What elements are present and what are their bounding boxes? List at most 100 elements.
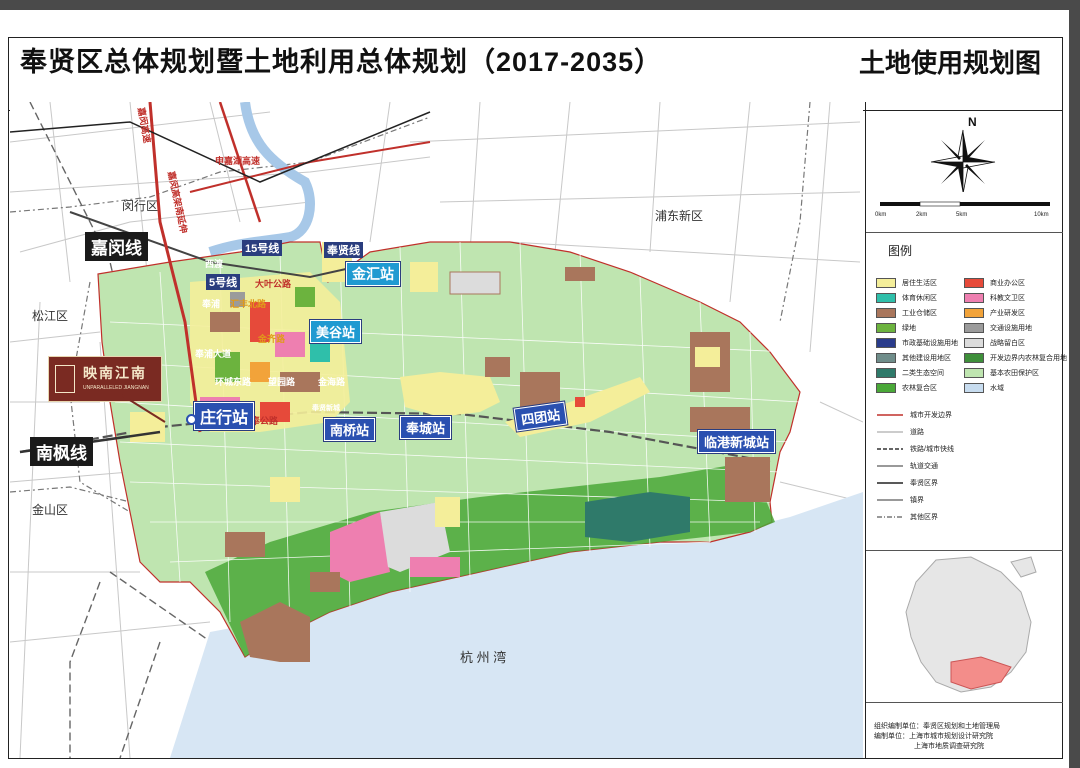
line-tag-nanfeng: 南枫线 [30, 437, 93, 466]
legend-label: 绿地 [902, 325, 916, 332]
legend-line-label: 铁路/城市快线 [910, 446, 954, 453]
legend-line-item: 其他区界 [876, 512, 938, 522]
legend-line-label: 其他区界 [910, 514, 938, 521]
legend-label: 体育休闲区 [902, 295, 937, 302]
metro-label-line15: 15号线 [242, 240, 283, 256]
legend-item: 绿地 [876, 323, 916, 333]
scale-tick-3: 10km [1034, 212, 1049, 218]
legend-item: 交通设施用地 [964, 323, 1032, 333]
scale-tick-2: 5km [956, 212, 968, 218]
road-label-huancheng-east: 环城东路 [215, 376, 252, 387]
road-label-jinqi: 金齐路 [257, 333, 286, 344]
brand-name: 映南江南 [83, 365, 147, 381]
legend-swatch [964, 293, 984, 303]
legend-item: 工业仓储区 [876, 308, 937, 318]
legend-label: 其他建设用地区 [902, 355, 951, 362]
legend-swatch [876, 293, 896, 303]
map-subtitle: 土地使用规划图 [858, 48, 1041, 78]
credit-organizer: 组织编制单位：奉贤区规划和土地管理局 [874, 723, 1000, 730]
metro-label-fengxian: 奉贤线 [324, 242, 363, 258]
legend-label: 产业研发区 [990, 310, 1025, 317]
legend-label: 科教文卫区 [990, 295, 1025, 302]
place-label-new-city: 奉贤新城 [312, 403, 340, 412]
legend-item: 商业办公区 [964, 278, 1025, 288]
legend-swatch [876, 353, 896, 363]
station-jinhui: 金汇站 [346, 262, 400, 286]
line-tag-jiamin: 嘉闵线 [85, 232, 148, 261]
legend-line-label: 道路 [910, 429, 924, 436]
industrial-block-4 [225, 532, 265, 557]
legend-line-symbol [877, 482, 903, 484]
inset-shanghai-map [905, 556, 1037, 693]
road-label-huifeng-north: 汇丰北路 [230, 298, 267, 309]
legend-swatch [876, 383, 896, 393]
district-label-minhang: 闵行区 [122, 198, 158, 213]
residential-block-3 [270, 477, 300, 502]
residential-block-1 [410, 262, 438, 292]
legend-divider-bottom [866, 550, 1063, 551]
legend-swatch [876, 323, 896, 333]
legend-label: 农林复合区 [902, 385, 937, 392]
scale-tick-1: 2km [916, 212, 928, 218]
legend-label: 战略留白区 [990, 340, 1025, 347]
industrial-block-1 [565, 267, 595, 281]
legend-item: 居住生活区 [876, 278, 937, 288]
legend-item: 体育休闲区 [876, 293, 937, 303]
legend-item: 市政基础设施用地 [876, 338, 958, 348]
legend-line-item: 城市开发边界 [876, 410, 952, 420]
station-zhuanghang: 庄行站 [194, 402, 255, 430]
legend-divider-credits [866, 702, 1063, 703]
legend-line-symbol [877, 448, 903, 450]
legend-line-symbol [877, 414, 903, 416]
legend-item: 科教文卫区 [964, 293, 1025, 303]
credit-maker-1: 编制单位：上海市城市规划设计研究院 [874, 733, 993, 740]
station-meigu: 美谷站 [310, 320, 362, 343]
legend-line-item: 奉贤区界 [876, 478, 938, 488]
legend-item: 基本农田保护区 [964, 368, 1039, 378]
legend-swatch [964, 278, 984, 288]
industrial-block-2 [485, 357, 510, 377]
legend-swatch [964, 308, 984, 318]
legend-line-symbol [877, 431, 903, 433]
legend-line-symbol [877, 465, 903, 467]
road-label-wangyuan: 望园路 [268, 376, 296, 387]
road-label-jiamin-south: 嘉闵高架南延伸 [166, 169, 190, 234]
north-arrow-icon: N [930, 115, 996, 192]
legend-line-symbol [877, 516, 903, 518]
district-label-songjiang: 松江区 [32, 309, 68, 323]
station-fengcheng: 奉城站 [400, 416, 452, 439]
lingang-residential-1 [695, 347, 720, 367]
legend-swatch [876, 338, 896, 348]
svg-text:N: N [968, 115, 977, 129]
legend-line-label: 镇界 [910, 497, 924, 504]
road-label-shenjiahu: 申嘉湖高速 [215, 155, 260, 166]
legend-line-item: 轨道交通 [876, 461, 938, 471]
legend-item: 农林复合区 [876, 383, 937, 393]
legend-label: 居住生活区 [902, 280, 937, 287]
legend-item: 战略留白区 [964, 338, 1025, 348]
credit-maker-2: 上海市地质调查研究院 [914, 743, 984, 750]
road-label-daye: 大叶公路 [255, 278, 292, 289]
credits-block: 组织编制单位：奉贤区规划和土地管理局 编制单位：上海市城市规划设计研究院 上海市… [874, 722, 1000, 752]
legend-label: 商业办公区 [990, 280, 1025, 287]
legend-panel: N 0km 2km 5km 10km 图例 居住生活区 商业办公区 体育休闲区 科教文… [865, 102, 1067, 758]
legend-line-symbol [877, 499, 903, 501]
legend-item: 二类生态空间 [876, 368, 944, 378]
legend-item: 产业研发区 [964, 308, 1025, 318]
legend-swatch [964, 323, 984, 333]
district-label-jinshan: 金山区 [32, 502, 68, 517]
legend-swatch [964, 338, 984, 348]
legend-item: 其他建设用地区 [876, 353, 951, 363]
lingang-industrial-2 [690, 407, 750, 432]
legend-label: 水域 [990, 385, 1004, 392]
legend-label: 工业仓储区 [902, 310, 937, 317]
map-title: 奉贤区总体规划暨土地利用总体规划（2017-2035） [20, 47, 663, 77]
brand-logo-icon [55, 365, 75, 393]
legend-swatch [876, 368, 896, 378]
industrial-block-5 [310, 572, 340, 592]
brand-tagline: UNPARALLELED JIANGNAN [83, 385, 149, 391]
education-block-2 [410, 557, 460, 577]
commercial-block-1 [575, 397, 585, 407]
lingang-industrial-3 [725, 457, 770, 502]
road-label-fengpu-avenue: 奉浦大道 [194, 348, 231, 359]
